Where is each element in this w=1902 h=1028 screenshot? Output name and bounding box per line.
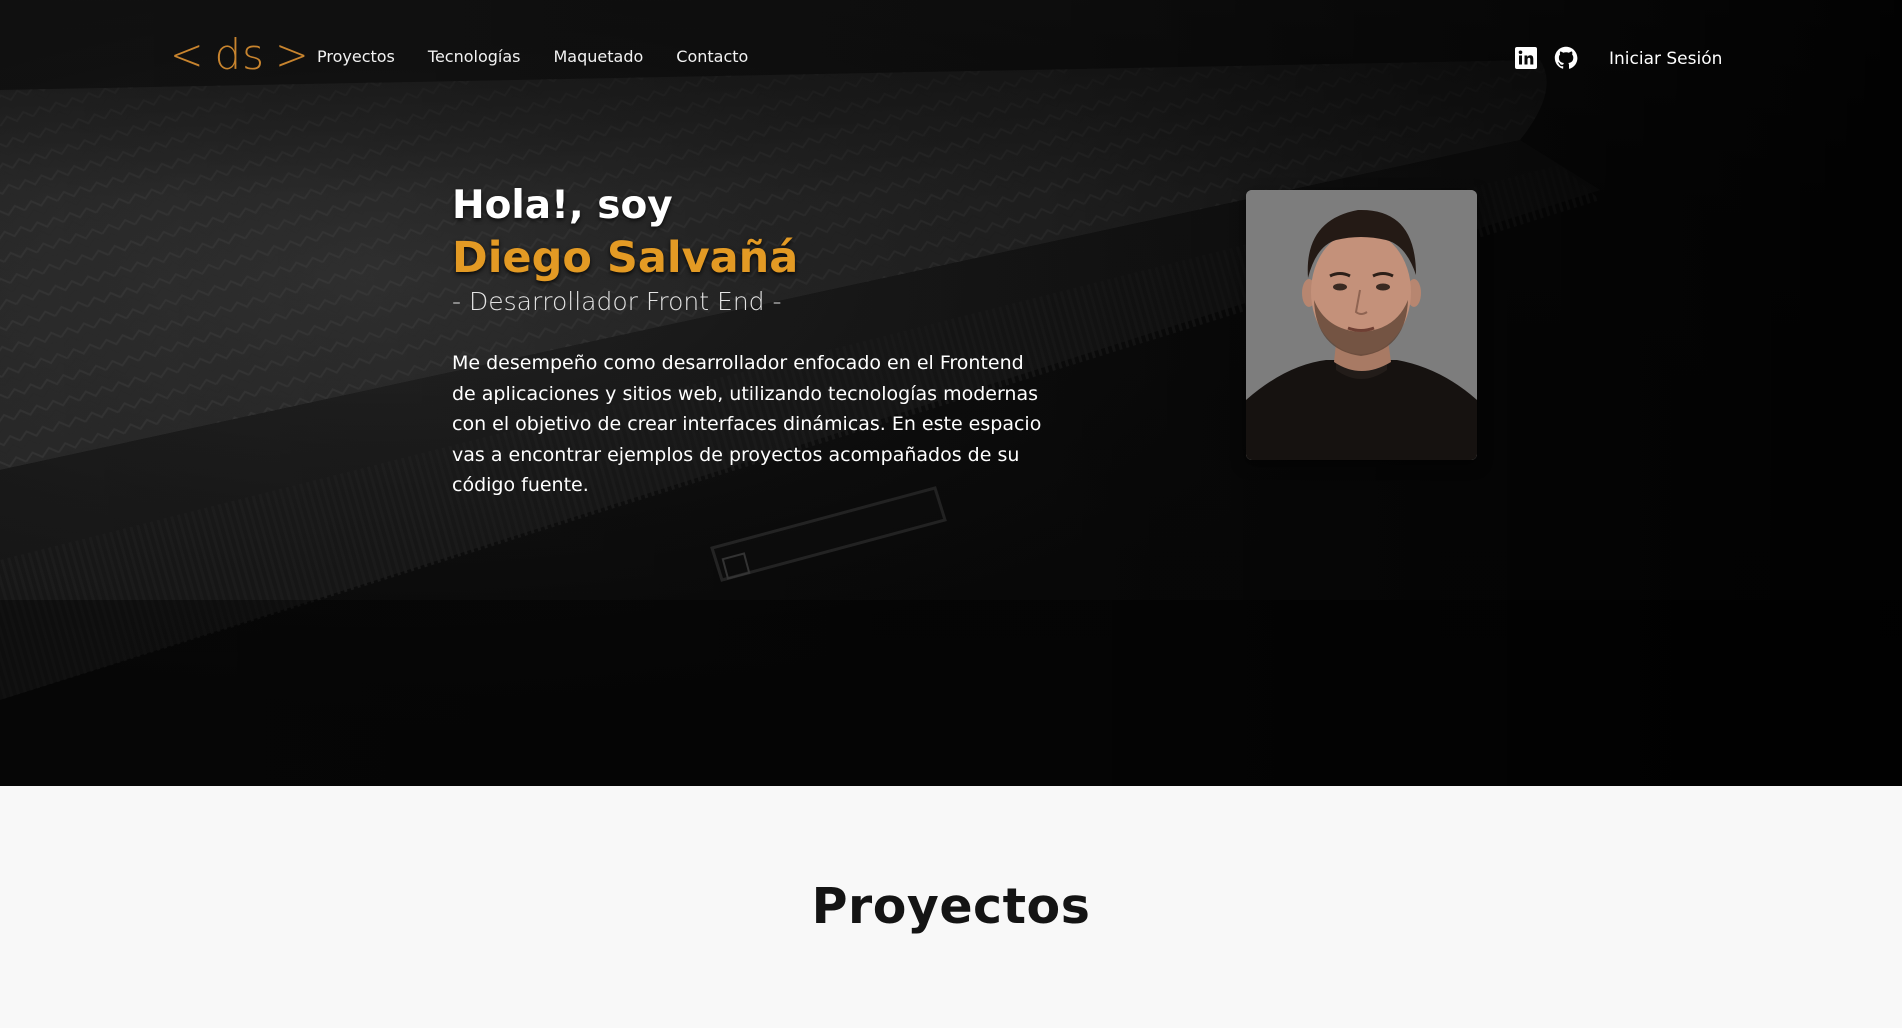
hero-greeting: Hola!, soy [452,183,673,228]
main-nav: Proyectos Tecnologías Maquetado Contacto [317,47,748,66]
linkedin-link[interactable] [1514,46,1538,70]
hero-bio: Me desempeño como desarrollador enfocado… [452,352,1042,496]
github-link[interactable] [1554,46,1578,70]
logo-right-chevron: > [275,29,310,80]
logo-left-chevron: < [170,29,205,80]
hero-role: - Desarrollador Front End - [452,287,782,316]
nav-link-proyectos[interactable]: Proyectos [317,47,395,66]
projects-section: Proyectos [0,786,1902,1028]
site-header: < ds > Proyectos Tecnologías Maquetado C… [0,0,1902,115]
nav-link-maquetado[interactable]: Maquetado [554,47,644,66]
github-icon [1554,46,1578,69]
social-links [1514,46,1578,70]
profile-photo-image [1246,190,1477,460]
hero-name: Diego Salvañá [452,233,799,283]
hero-intro: Hola!, soy Diego Salvañá - Desarrollador… [452,180,1052,501]
projects-title: Proyectos [811,878,1091,935]
site-logo[interactable]: < ds > [170,29,310,80]
nav-link-contacto[interactable]: Contacto [676,47,748,66]
profile-photo [1246,190,1477,460]
linkedin-icon [1515,47,1537,69]
hero-section: < ds > Proyectos Tecnologías Maquetado C… [0,0,1902,786]
login-link[interactable]: Iniciar Sesión [1609,49,1722,69]
nav-link-tecnologias[interactable]: Tecnologías [428,47,521,66]
logo-text: ds [214,30,266,79]
